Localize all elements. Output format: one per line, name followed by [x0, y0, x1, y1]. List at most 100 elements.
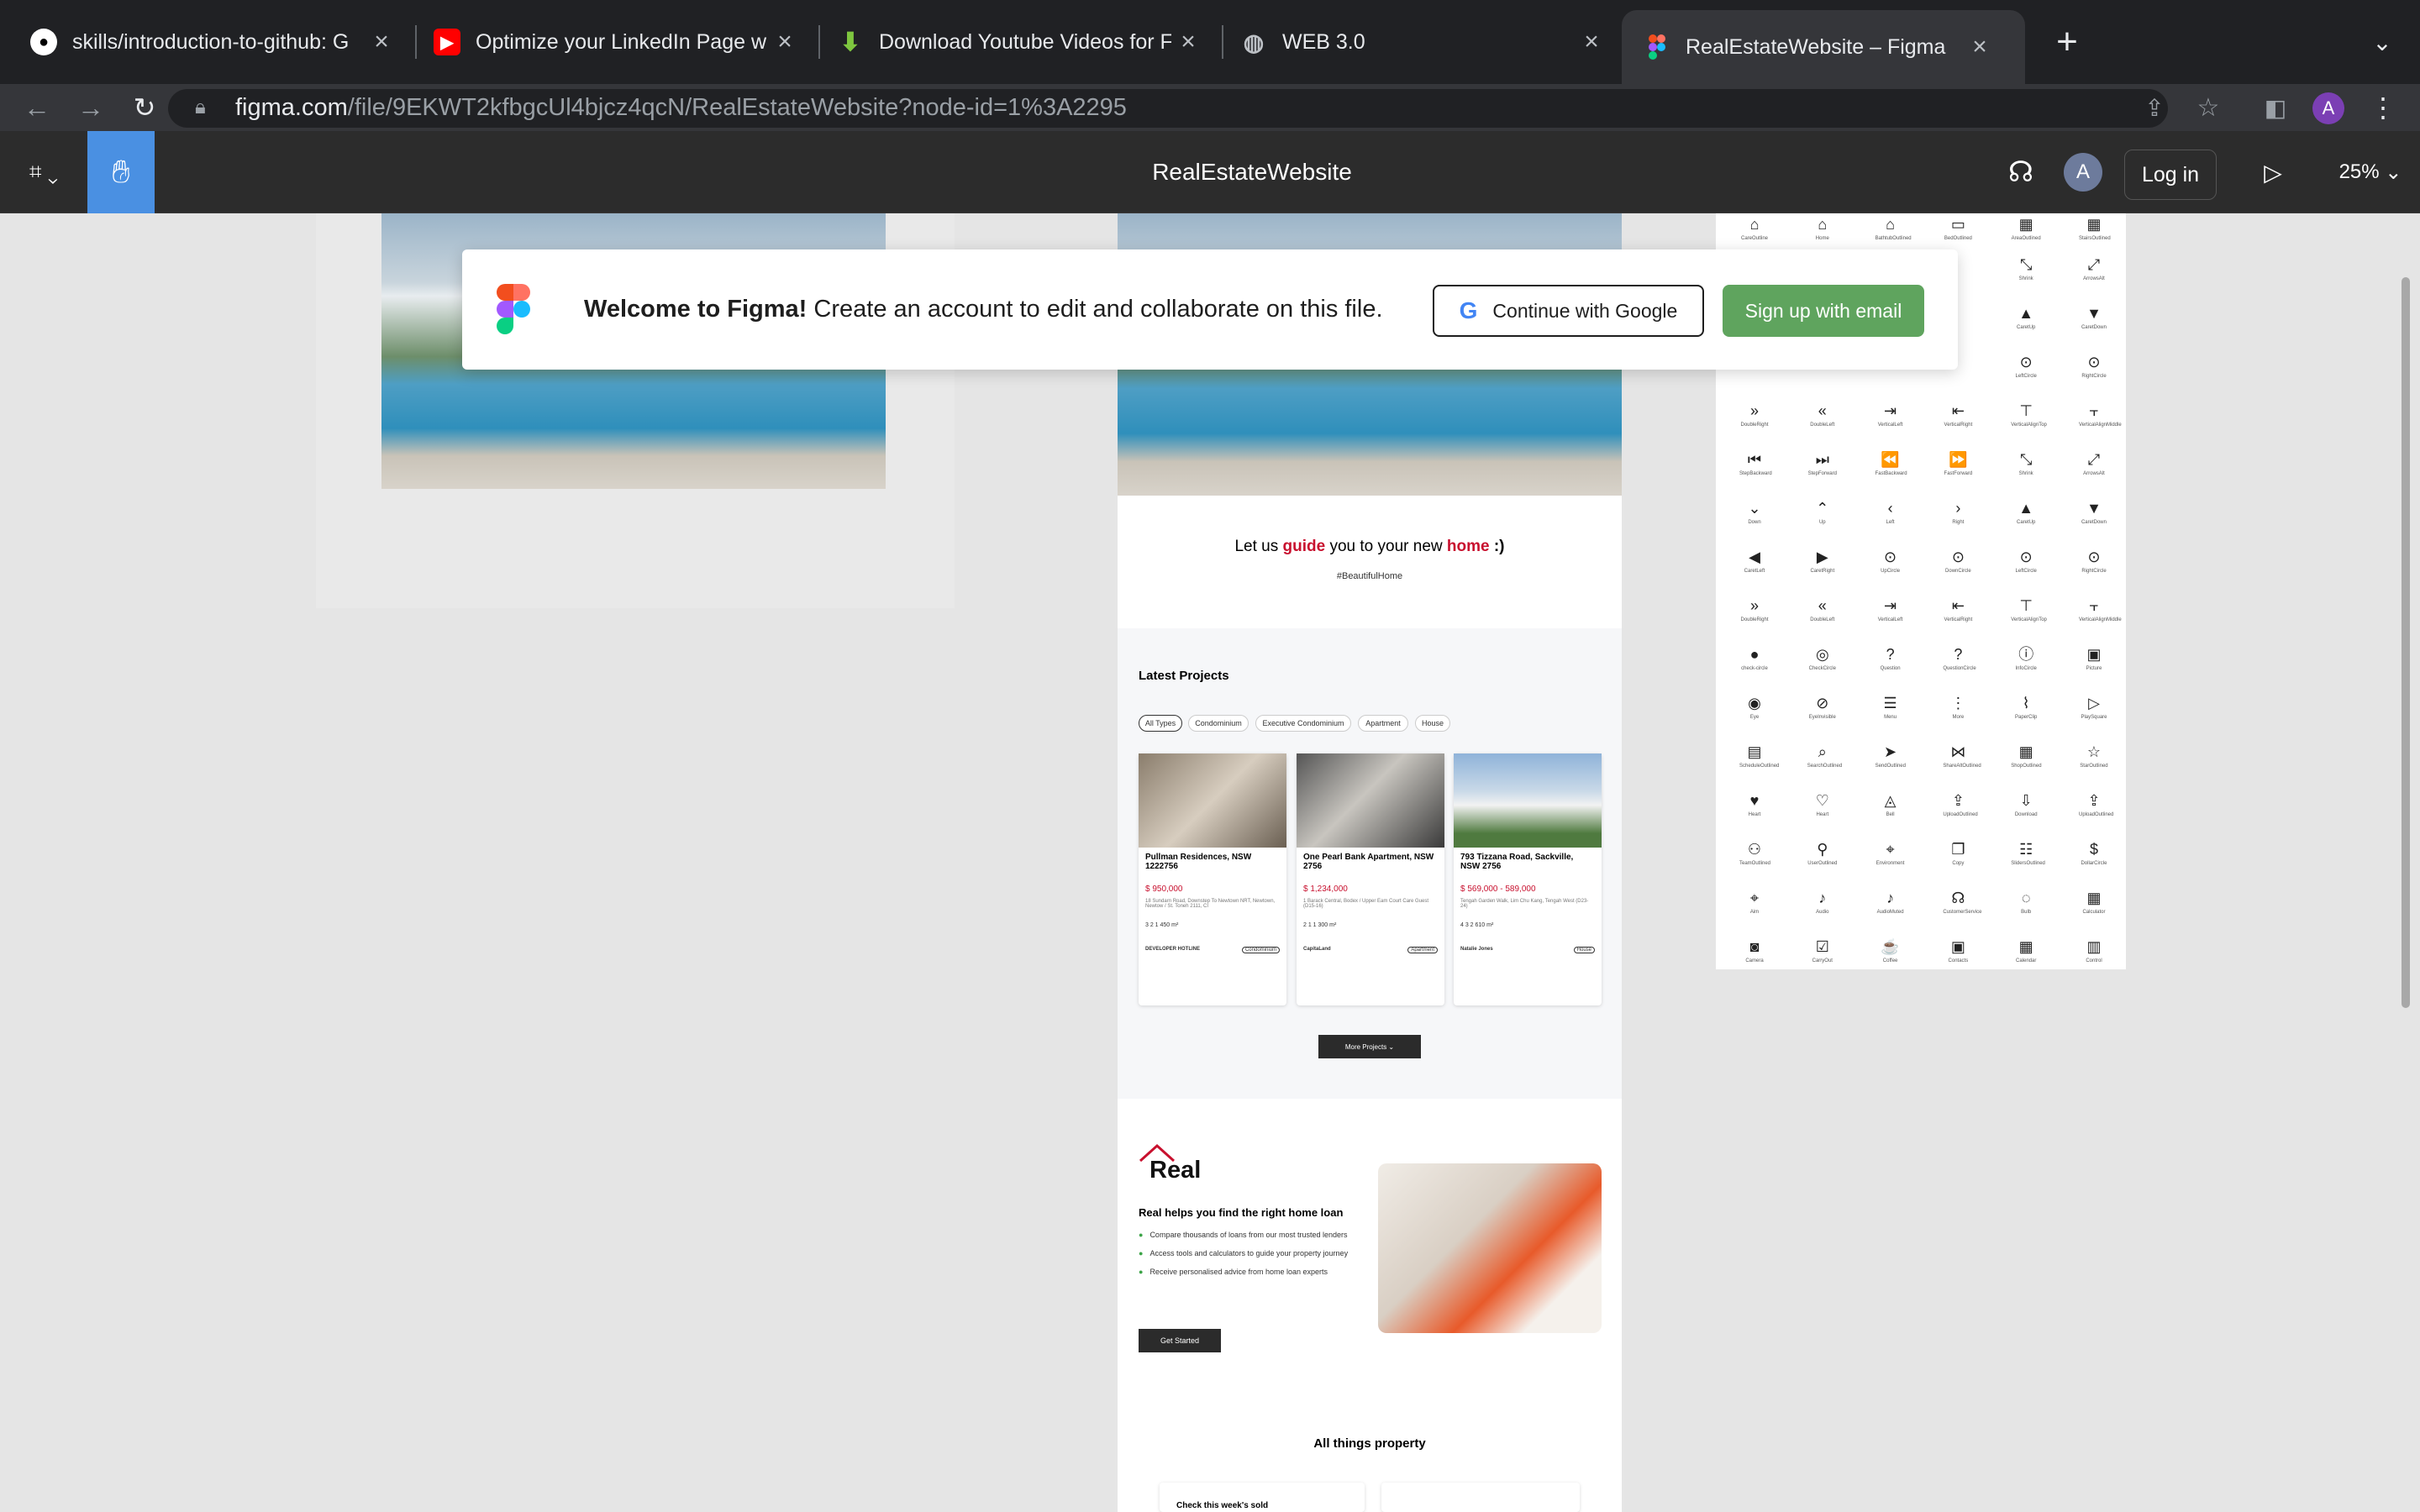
- hand-tool-icon[interactable]: ✋︎: [87, 131, 155, 213]
- icon-row: » DoubleRight «DoubleLeft ⇥ VerticalLeft ⇤ Ver…: [1739, 396, 2121, 445]
- forward-icon[interactable]: →: [67, 84, 114, 131]
- tab-web3[interactable]: ◍ WEB 3.0 ×: [1210, 0, 1626, 84]
- sign-up-email-button[interactable]: Sign up with email: [1723, 285, 1924, 337]
- card-footer: Natalie Jones House: [1454, 928, 1602, 953]
- tagline: Let us guide you to your new home :): [1234, 538, 1505, 555]
- audiomuted-icon: ♪ AudioMuted: [1876, 890, 1904, 915]
- aim-icon: ⌖ Aim: [1749, 890, 1760, 915]
- sharealtoutlined-icon: ⋈ ShareAltOutlined: [1943, 743, 1981, 769]
- tab-figma-active[interactable]: RealEstateWebsite – Figma ×: [1622, 10, 2025, 84]
- section-title: Latest Projects: [1139, 669, 1229, 683]
- filter-chip[interactable]: Apartment: [1358, 715, 1408, 732]
- more-icon: ⋮ More: [1950, 695, 1966, 720]
- zoom-dropdown[interactable]: 25% ⌄: [2333, 151, 2408, 193]
- project-card[interactable]: 793 Tizzana Road, Sackville, NSW 2756 $ …: [1454, 753, 1602, 1005]
- user-avatar[interactable]: A: [2064, 153, 2102, 192]
- close-icon[interactable]: ×: [1963, 33, 1996, 61]
- verticalaligntop-icon: ⊤ VerticalAlignTop: [2011, 402, 2047, 428]
- card-footer: DEVELOPER HOTLINE Condominium: [1139, 928, 1286, 953]
- tab-search-chevron-icon[interactable]: ⌄: [2361, 17, 2403, 67]
- verticalright-icon: ⇤ VerticalRight: [1944, 597, 1973, 622]
- arrowsalt-icon: ⤢ ArrowsAlt: [2083, 451, 2105, 476]
- leftcircle-icon: ⊙ LeftCircle: [2015, 354, 2037, 379]
- copy-icon: ❐ Copy: [1951, 841, 1965, 866]
- file-name[interactable]: RealEstateWebsite: [1042, 131, 1462, 213]
- more-menu-icon[interactable]: ⋮: [2360, 84, 2407, 131]
- sidebar-toggle-icon[interactable]: ◧: [2252, 84, 2299, 131]
- uploadoutlined-icon: ⇪ UploadOutlined: [1943, 792, 1978, 817]
- close-icon[interactable]: ×: [1575, 28, 1608, 56]
- bell-icon: ◬ Bell: [1884, 792, 1897, 817]
- download-icon: ⬇: [839, 28, 861, 56]
- caretup-icon: ▲ CaretUp: [2017, 500, 2036, 525]
- card-price: $ 1,234,000: [1303, 885, 1348, 894]
- close-icon[interactable]: ×: [768, 28, 802, 56]
- tab-title: skills/introduction-to-github: G: [72, 29, 350, 54]
- tab-github[interactable]: ● skills/introduction-to-github: G ×: [0, 0, 416, 84]
- shrink-icon: ⤡ Shrink: [2018, 256, 2033, 281]
- sold-card[interactable]: Check this week's sold: [1160, 1483, 1365, 1512]
- project-card[interactable]: One Pearl Bank Apartment, NSW 2756 $ 1,2…: [1297, 753, 1444, 1005]
- tab-download[interactable]: ⬇ Download Youtube Videos for F ×: [807, 0, 1223, 84]
- stepbackward-icon: ⏮ StepBackward: [1739, 451, 1772, 476]
- arrowsalt-icon: ⤢ ArrowsAlt: [2083, 256, 2105, 281]
- caretdown-icon: ▼ CaretDown: [2081, 305, 2107, 330]
- card-title: 793 Tizzana Road, Sackville, NSW 2756: [1460, 853, 1574, 871]
- continue-with-google-button[interactable]: G Continue with Google: [1433, 285, 1704, 337]
- reload-icon[interactable]: ↻: [121, 84, 168, 131]
- lock-icon[interactable]: 🔒︎: [195, 84, 206, 131]
- figma-menu-icon[interactable]: ⌗ ⌄: [17, 151, 71, 193]
- vertical-scrollbar[interactable]: [2402, 277, 2410, 1008]
- stepforward-icon: ⏭ StepForward: [1807, 451, 1837, 476]
- loan-bullets: ● Compare thousands of loans from our mos…: [1139, 1231, 1349, 1276]
- icon-row: ⌖ Aim ♪ Audio ♪ AudioMuted ☊ CustomerService ◌ Bu…: [1739, 884, 2109, 932]
- url-text[interactable]: figma.com/file/9EKWT2kfbgcUl4bjcz4qcN/Re…: [235, 84, 1127, 131]
- card-photo: [1297, 753, 1444, 848]
- icon-row: ● check-circle ◎ CheckCircle ? Question ? Quest…: [1739, 640, 2109, 689]
- share-icon[interactable]: ⇪: [2131, 84, 2178, 131]
- present-play-icon[interactable]: ▷: [2252, 151, 2294, 193]
- icon-row: ⚇ TeamOutlined ⚲ UserOutlined ⌖ Environment ❐ C…: [1739, 835, 2109, 884]
- dollarcircle-icon: $ DollarCircle: [2081, 841, 2107, 866]
- filter-chip[interactable]: House: [1415, 715, 1450, 732]
- new-tab-icon[interactable]: +: [2042, 17, 2092, 67]
- card-photo: [1454, 753, 1602, 848]
- searchoutlined-icon: ⌕ SearchOutlined: [1807, 743, 1843, 769]
- teamoutlined-icon: ⚇ TeamOutlined: [1739, 841, 1771, 866]
- caretright-icon: ▶ CaretRight: [1810, 549, 1835, 574]
- google-icon: G: [1459, 297, 1478, 323]
- bookmark-star-icon[interactable]: ☆: [2185, 84, 2232, 131]
- down-icon: ⌄ Down: [1748, 500, 1761, 525]
- login-button[interactable]: Log in: [2124, 150, 2217, 200]
- close-icon[interactable]: ×: [365, 28, 398, 56]
- environment-icon: ⌖ Environment: [1876, 841, 1905, 866]
- youtube-icon: ▶: [434, 29, 460, 55]
- project-card[interactable]: Pullman Residences, NSW 1222756 $ 950,00…: [1139, 753, 1286, 1005]
- tab-linkedin-video[interactable]: ▶ Optimize your LinkedIn Page w ×: [403, 0, 819, 84]
- menu-icon: ☰ Menu: [1883, 695, 1897, 720]
- control-icon: ▥ Control: [2086, 938, 2102, 963]
- more-projects-button[interactable]: More Projects ⌄: [1318, 1035, 1421, 1058]
- headphones-icon[interactable]: ☊: [2000, 151, 2042, 193]
- caretdown-icon: ▼ CaretDown: [2081, 500, 2107, 525]
- close-icon[interactable]: ×: [1171, 28, 1205, 56]
- card-stats: 2 1 1 300 m²: [1303, 922, 1337, 928]
- filter-chip[interactable]: All Types: [1139, 715, 1182, 732]
- card-title: Pullman Residences, NSW 1222756: [1145, 853, 1252, 871]
- playsquare-icon: ▷ PlaySquare: [2081, 695, 2107, 720]
- get-started-button[interactable]: Get Started: [1139, 1329, 1221, 1352]
- questioncircle-icon: ? QuestionCircle: [1943, 646, 1976, 671]
- back-icon[interactable]: ←: [13, 84, 60, 131]
- sendoutlined-icon: ➤ SendOutlined: [1875, 743, 1906, 769]
- rightcircle-icon: ⊙ RightCircle: [2081, 549, 2107, 574]
- info-card[interactable]: [1381, 1483, 1580, 1512]
- profile-avatar[interactable]: A: [2312, 92, 2344, 124]
- uploadoutlined-icon: ⇪ UploadOutlined: [2078, 792, 2114, 817]
- slidersoutlined-icon: ☷ SlidersOutlined: [2011, 841, 2045, 866]
- doubleleft-icon: «DoubleLeft: [1810, 402, 1835, 428]
- filter-chip[interactable]: Executive Condominium: [1255, 715, 1351, 732]
- brand-name: Real: [1150, 1157, 1202, 1184]
- filter-chip[interactable]: Condominium: [1188, 715, 1249, 732]
- bathtuboutlined-icon: ⌂ BathtubOutlined: [1875, 216, 1912, 241]
- check-icon: ●: [1139, 1249, 1144, 1257]
